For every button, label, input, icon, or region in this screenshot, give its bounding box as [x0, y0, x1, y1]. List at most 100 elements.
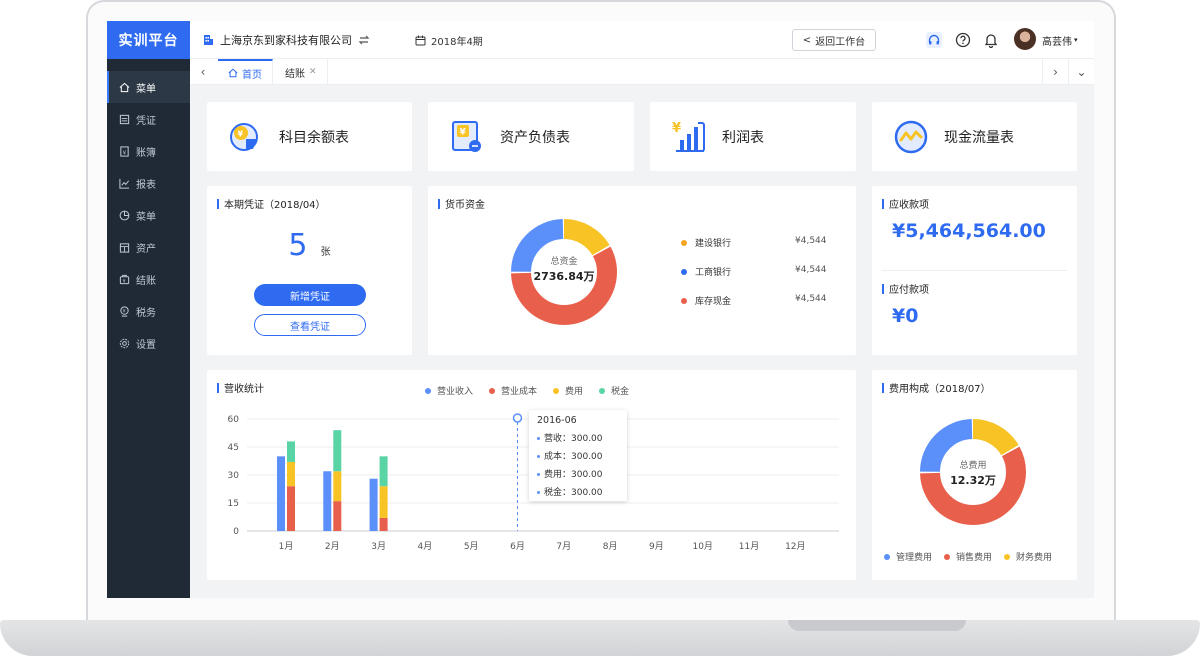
bar-营业收入[interactable] — [323, 471, 332, 531]
legend-dot — [944, 554, 951, 560]
shortcut-balance-sheet[interactable]: ¥ 资产负债表 — [428, 102, 634, 171]
bar-费用[interactable] — [287, 461, 295, 487]
user-menu[interactable]: 高芸伟 ▾ — [1042, 21, 1078, 59]
receivable-payable-card: 应收款项 ¥5,464,564.00 应付款项 ¥0 — [872, 186, 1077, 355]
add-voucher-button[interactable]: 新增凭证 — [254, 284, 366, 306]
pie-icon — [119, 210, 130, 220]
sidebar-item-settings[interactable]: 设置 — [107, 327, 190, 359]
x-tick-label: 7月 — [556, 541, 571, 552]
return-workbench-button[interactable]: < 返回工作台 — [792, 29, 876, 51]
shortcut-label: 科目余额表 — [279, 129, 349, 146]
x-tick-label: 12月 — [785, 541, 805, 552]
bar-税金[interactable] — [333, 430, 342, 472]
expense-legend-item[interactable]: 管理费用 — [884, 550, 932, 563]
brand-logo[interactable]: 实训平台 — [107, 21, 190, 59]
x-tick-label: 5月 — [464, 541, 479, 552]
tabs-scroll-left-icon[interactable]: ‹ — [190, 59, 216, 85]
legend-dot — [681, 297, 687, 304]
x-tick-label: 2月 — [325, 541, 340, 552]
voucher-card-title: 本期凭证（2018/04） — [217, 196, 326, 211]
tabs-scroll-right-icon[interactable]: › — [1042, 59, 1068, 85]
legend-label: 财务费用 — [1016, 553, 1053, 563]
bar-税金[interactable] — [287, 441, 295, 462]
period-label: 2018年4期 — [431, 36, 483, 48]
view-voucher-button[interactable]: 查看凭证 — [254, 314, 366, 336]
bar-费用[interactable] — [333, 471, 342, 502]
gear-icon — [119, 338, 130, 348]
return-workbench-label: 返回工作台 — [815, 36, 866, 48]
tooltip-label: 成本： — [544, 452, 572, 462]
tab-checkout[interactable]: 结账 ✕ — [275, 59, 328, 85]
period-selector[interactable]: 2018年4期 — [415, 21, 483, 59]
x-tick-label: 6月 — [510, 541, 525, 552]
avatar[interactable] — [1014, 28, 1036, 50]
receivable-value: ¥5,464,564.00 — [892, 220, 1046, 242]
sidebar-item-voucher[interactable]: 凭证 — [107, 103, 190, 135]
company-name: 上海京东到家科技有限公司 — [220, 34, 352, 47]
tax-icon: ¥ — [120, 305, 129, 317]
voucher-count-unit: 张 — [320, 247, 331, 258]
bar-营业收入[interactable] — [369, 478, 378, 531]
expense-card: 费用构成（2018/07） 总费用 12.32万 管理费用 销售费用 财务费用 — [872, 370, 1077, 580]
laptop-base — [0, 620, 1200, 656]
sidebar-item-ledger[interactable]: ¥ 账簿 — [107, 135, 190, 167]
building-icon — [204, 35, 213, 45]
tooltip-value: 300.00 — [571, 488, 603, 498]
shortcut-subject-balance[interactable]: ¥ 科目余额表 — [207, 102, 412, 171]
bell-icon[interactable] — [982, 31, 1000, 49]
expense-legend-item[interactable]: 财务费用 — [1004, 550, 1052, 563]
checkout-icon: ¥ — [119, 274, 130, 284]
voucher-count-number: 5 — [288, 228, 308, 263]
sidebar: 菜单 凭证 ¥ 账簿 报表 菜单 资产 ¥ 结账 ¥ 税务 设置 — [107, 59, 190, 598]
help-icon[interactable] — [954, 31, 972, 49]
y-tick-label: 0 — [233, 527, 239, 537]
chart-icon — [119, 178, 130, 189]
svg-text:¥: ¥ — [672, 121, 681, 136]
sidebar-item-tax[interactable]: ¥ 税务 — [107, 295, 190, 327]
sidebar-item-label: 税务 — [136, 307, 156, 319]
expense-center-value: 12.32万 — [950, 474, 996, 487]
tab-home[interactable]: 首页 — [218, 59, 273, 85]
voucher-count: 5 张 — [207, 228, 412, 263]
shortcut-profit[interactable]: ¥ 利润表 — [650, 102, 856, 171]
bar-营业成本[interactable] — [379, 517, 388, 531]
expense-legend-item[interactable]: 销售费用 — [944, 550, 992, 563]
shortcut-cashflow[interactable]: 现金流量表 — [872, 102, 1077, 171]
x-tick-label: 1月 — [279, 541, 294, 552]
bar-营业成本[interactable] — [333, 501, 342, 531]
company-switcher[interactable]: 上海京东到家科技有限公司 — [203, 21, 370, 59]
sidebar-item-menu-2[interactable]: 菜单 — [107, 199, 190, 231]
y-tick-label: 45 — [228, 443, 239, 453]
tooltip-marker — [512, 413, 523, 423]
divider — [882, 270, 1067, 271]
sidebar-item-menu[interactable]: 菜单 — [107, 71, 190, 103]
close-icon[interactable]: ✕ — [309, 67, 317, 77]
x-tick-label: 11月 — [739, 541, 759, 552]
sidebar-item-label: 资产 — [136, 243, 156, 255]
x-tick-label: 3月 — [371, 541, 386, 552]
tooltip-label: 费用： — [544, 470, 572, 480]
sidebar-item-asset[interactable]: 资产 — [107, 231, 190, 263]
sidebar-item-report[interactable]: 报表 — [107, 167, 190, 199]
app-screen: 实训平台 上海京东到家科技有限公司 2018年4期 < 返回工作台 高芸伟 ▾ — [107, 21, 1094, 598]
bar-税金[interactable] — [379, 456, 388, 487]
tooltip-dot — [537, 491, 540, 494]
bar-费用[interactable] — [379, 486, 388, 518]
asset-icon — [119, 242, 130, 253]
tabs-dropdown-icon[interactable]: ⌄ — [1068, 59, 1094, 85]
balance-sheet-icon: ¥ — [452, 120, 481, 152]
switch-icon[interactable] — [358, 35, 370, 45]
payable-value: ¥0 — [892, 305, 919, 327]
expense-center-label: 总费用 — [959, 461, 987, 471]
sidebar-item-checkout[interactable]: ¥ 结账 — [107, 263, 190, 295]
headset-icon[interactable] — [925, 31, 943, 49]
legend-dot — [884, 554, 890, 560]
bar-营业收入[interactable] — [277, 456, 285, 531]
bar-营业成本[interactable] — [287, 486, 295, 531]
voucher-icon — [119, 114, 130, 124]
tooltip-row: 费用：300.00 — [537, 467, 619, 480]
chevron-left-icon: < — [802, 34, 812, 46]
tab-bar: ‹ 首页 结账 ✕ › ⌄ — [190, 59, 1094, 85]
voucher-card: 本期凭证（2018/04） 5 张 新增凭证 查看凭证 — [207, 186, 412, 355]
x-tick-label: 8月 — [603, 541, 618, 552]
